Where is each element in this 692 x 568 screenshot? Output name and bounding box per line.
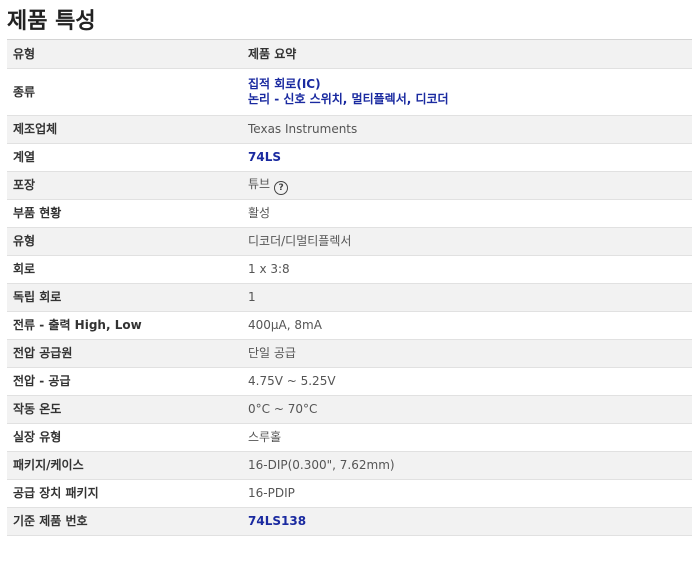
row-label: 유형 (7, 227, 242, 256)
table-row: 제조업체 Texas Instruments (7, 115, 692, 144)
row-label: 전류 - 출력 High, Low (7, 311, 242, 340)
table-row: 계열 74LS (7, 143, 692, 172)
table-row: 독립 회로 1 (7, 283, 692, 312)
row-value: 1 x 3:8 (242, 255, 692, 284)
row-label: 제조업체 (7, 115, 242, 144)
table-row: 기준 제품 번호 74LS138 (7, 507, 692, 536)
row-value: 스루홀 (242, 423, 692, 452)
table-row: 전압 공급원 단일 공급 (7, 339, 692, 368)
page-title: 제품 특성 (7, 9, 96, 34)
table-row: 작동 온도 0°C ~ 70°C (7, 395, 692, 424)
row-label: 패키지/케이스 (7, 451, 242, 480)
row-value: 16-DIP(0.300", 7.62mm) (242, 451, 692, 480)
row-label: 전압 공급원 (7, 339, 242, 368)
row-value: 활성 (242, 199, 692, 228)
row-label: 계열 (7, 143, 242, 172)
row-value: 1 (242, 283, 692, 312)
row-label: 기준 제품 번호 (7, 507, 242, 536)
product-attributes-section: 제품 특성 유형 제품 요약 종류 집적 회로(IC) 논리 - 신호 스위치,… (0, 0, 692, 536)
row-value: 디코더/디멀티플렉서 (242, 227, 692, 256)
row-label: 포장 (7, 171, 242, 200)
category-link-ic[interactable]: 집적 회로(IC) (248, 77, 686, 92)
row-label: 부품 현황 (7, 199, 242, 228)
table-row: 유형 디코더/디멀티플렉서 (7, 227, 692, 256)
row-label: 독립 회로 (7, 283, 242, 312)
header-summary: 제품 요약 (242, 39, 692, 69)
table-row: 전압 - 공급 4.75V ~ 5.25V (7, 367, 692, 396)
row-value: 16-PDIP (242, 479, 692, 508)
table-row: 포장 튜브? (7, 171, 692, 200)
row-label: 회로 (7, 255, 242, 284)
table-row: 전류 - 출력 High, Low 400µA, 8mA (7, 311, 692, 340)
row-label: 공급 장치 패키지 (7, 479, 242, 508)
row-label: 종류 (7, 68, 242, 116)
question-circle-icon[interactable]: ? (274, 180, 289, 195)
table-row: 종류 집적 회로(IC) 논리 - 신호 스위치, 멀티플렉서, 디코더 (7, 68, 692, 116)
row-label: 작동 온도 (7, 395, 242, 424)
attributes-table: 유형 제품 요약 종류 집적 회로(IC) 논리 - 신호 스위치, 멀티플렉서… (7, 39, 692, 536)
row-value: 400µA, 8mA (242, 311, 692, 340)
header-type: 유형 (7, 39, 242, 69)
series-cell: 74LS (242, 143, 692, 172)
category-links: 집적 회로(IC) 논리 - 신호 스위치, 멀티플렉서, 디코더 (242, 68, 692, 116)
table-row: 실장 유형 스루홀 (7, 423, 692, 452)
base-part-link[interactable]: 74LS138 (248, 514, 306, 528)
category-link-logic[interactable]: 논리 - 신호 스위치, 멀티플렉서, 디코더 (248, 92, 686, 107)
row-value: 4.75V ~ 5.25V (242, 367, 692, 396)
table-row: 부품 현황 활성 (7, 199, 692, 228)
row-label: 실장 유형 (7, 423, 242, 452)
packaging-cell: 튜브? (242, 171, 692, 200)
row-value: 0°C ~ 70°C (242, 395, 692, 424)
base-part-cell: 74LS138 (242, 507, 692, 536)
manufacturer-value: Texas Instruments (242, 115, 692, 144)
row-label: 전압 - 공급 (7, 367, 242, 396)
packaging-value: 튜브 (248, 176, 271, 191)
series-link[interactable]: 74LS (248, 150, 281, 164)
row-value: 단일 공급 (242, 339, 692, 368)
table-row: 패키지/케이스 16-DIP(0.300", 7.62mm) (7, 451, 692, 480)
table-row: 공급 장치 패키지 16-PDIP (7, 479, 692, 508)
table-header-row: 유형 제품 요약 (7, 39, 692, 69)
table-row: 회로 1 x 3:8 (7, 255, 692, 284)
